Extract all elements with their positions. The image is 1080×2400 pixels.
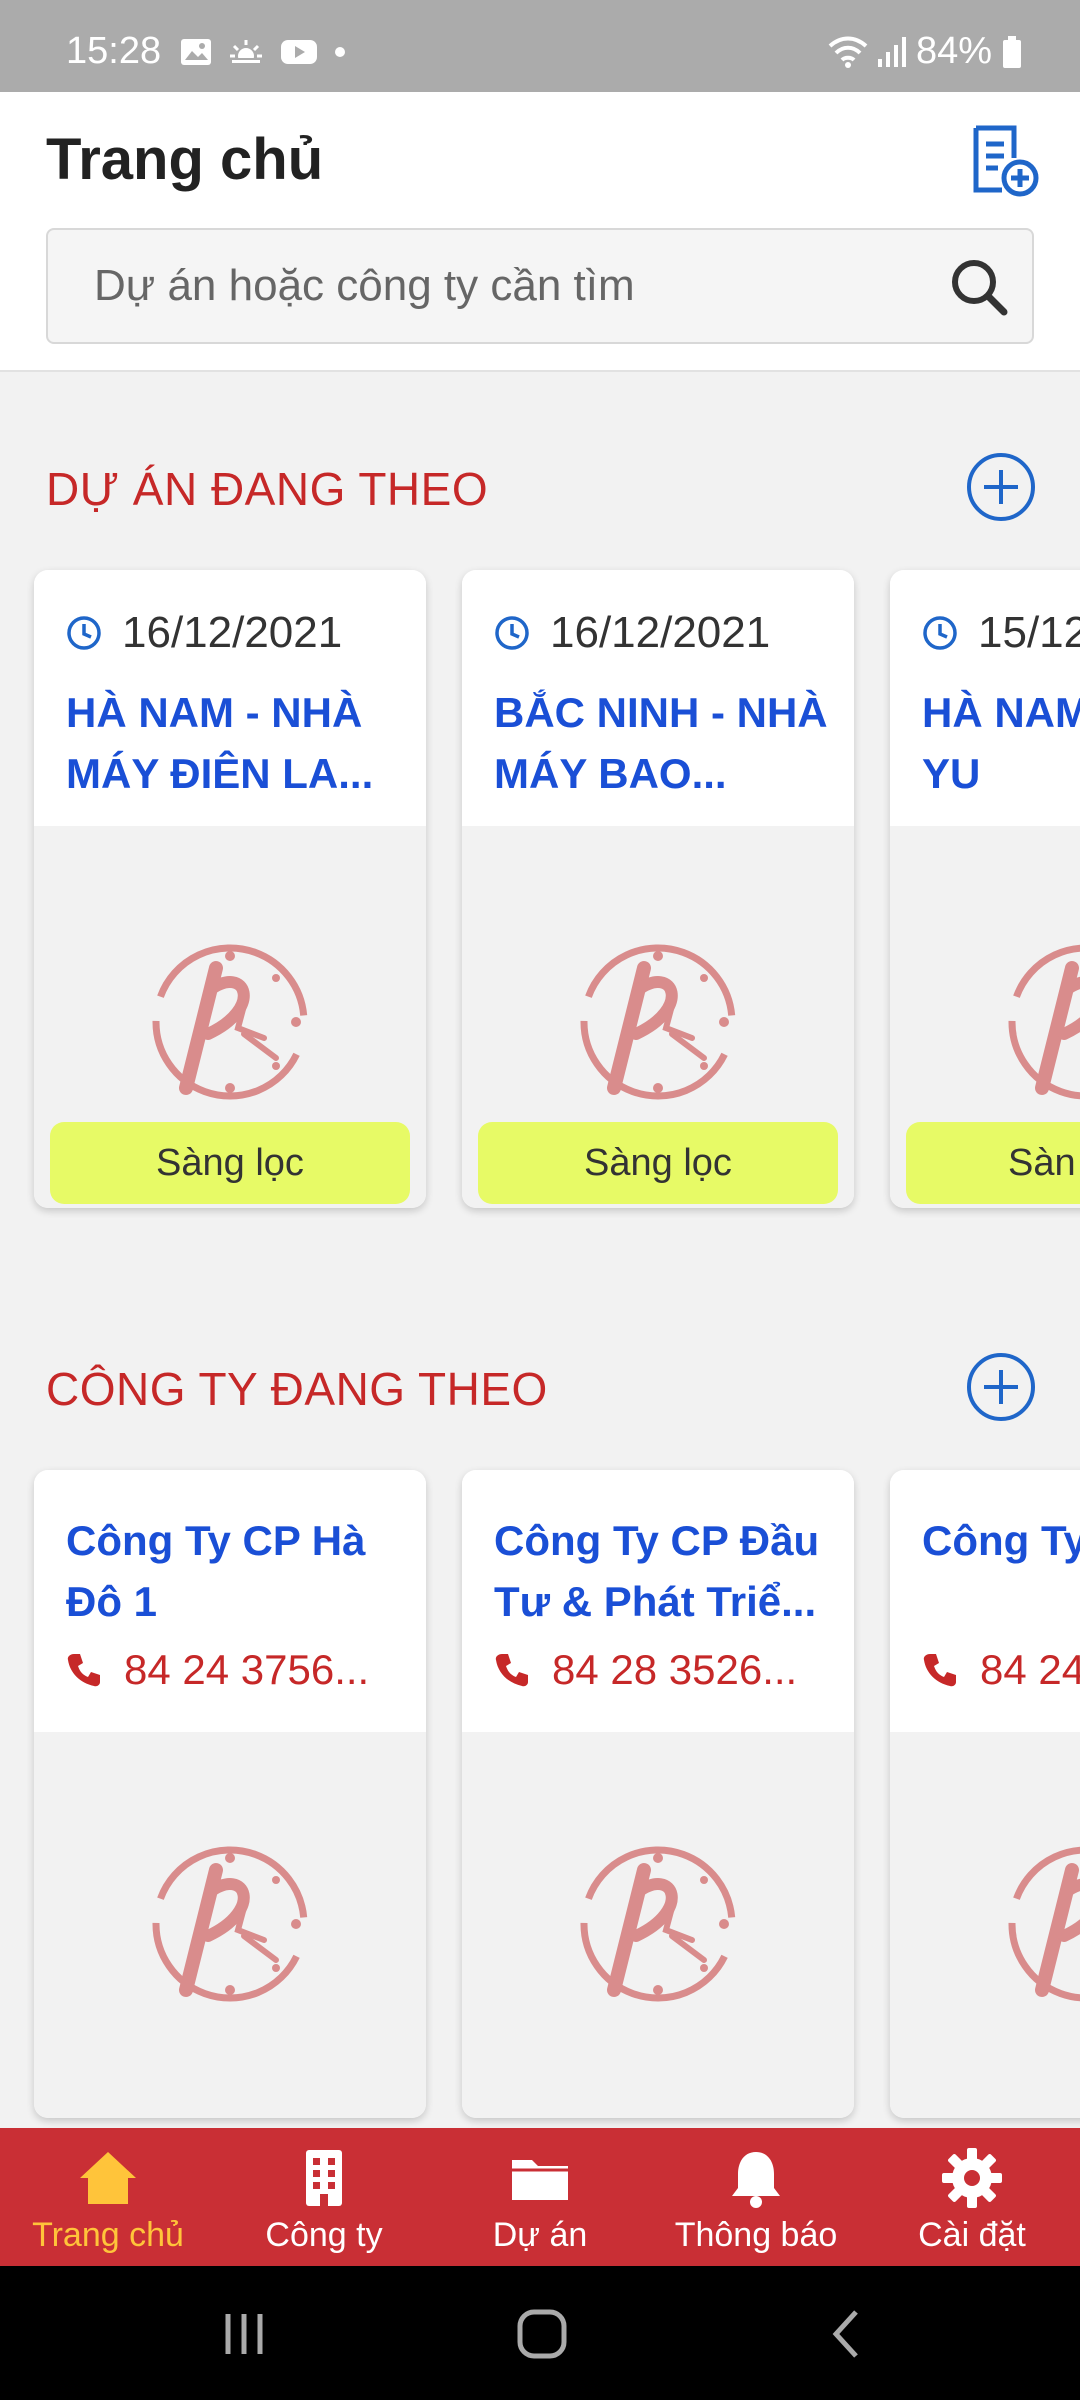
project-date: 16/12/2021: [122, 608, 343, 657]
clock-icon: [495, 616, 529, 650]
company-image: [462, 1732, 854, 2118]
search-box[interactable]: [46, 228, 1034, 344]
folder-icon: [512, 2160, 568, 2200]
screening-button[interactable]: Sàng lọc: [478, 1122, 838, 1204]
project-name[interactable]: BẮC NINH - NHÀ MÁY BAO...: [494, 682, 834, 804]
project-date: 15/12: [978, 608, 1080, 657]
company-name[interactable]: Công Ty Vấn & Đ: [922, 1510, 1080, 1571]
building-icon: [306, 2150, 342, 2206]
bell-icon: [732, 2152, 780, 2208]
notification-icons: [180, 38, 346, 66]
nav-settings-label: Cài đặt: [918, 2216, 1026, 2254]
company-card[interactable]: Công Ty CP Đầu Tư & Phát Triể... 84 28 3…: [462, 1470, 854, 2118]
placeholder-logo: [146, 938, 314, 1106]
battery-percent: 84%: [915, 30, 992, 72]
youtube-icon: [281, 40, 317, 64]
project-name[interactable]: HÀ NAM - NHÀ MÁY ĐIÊN LA...: [66, 682, 406, 804]
nav-company-label: Công ty: [265, 2216, 383, 2254]
company-card[interactable]: Công Ty Vấn & Đ 84 24: [890, 1470, 1080, 2118]
weather-icon: [230, 40, 262, 66]
status-time: 15:28: [66, 30, 162, 72]
page-title: Trang chủ: [46, 127, 324, 192]
nav-projects[interactable]: Dự án: [432, 2128, 648, 2266]
phone-icon: [67, 1654, 100, 1687]
company-name[interactable]: Công Ty CP Hà Đô 1: [66, 1510, 406, 1632]
company-phone[interactable]: 84 24 3756...: [66, 1646, 416, 1694]
search-input[interactable]: [48, 230, 928, 342]
placeholder-logo: [574, 1840, 742, 2008]
nav-home[interactable]: Trang chủ: [0, 2128, 216, 2266]
search-icon[interactable]: [948, 256, 1010, 318]
recent-apps-icon[interactable]: [214, 2304, 274, 2364]
project-card[interactable]: 16/12/2021 HÀ NAM - NHÀ MÁY ĐIÊN LA... S…: [34, 570, 426, 1208]
screening-button[interactable]: Sàng lọc: [50, 1122, 410, 1204]
home-button-icon[interactable]: [512, 2304, 572, 2364]
battery-icon: [1003, 35, 1021, 68]
gear-icon: [942, 2148, 1002, 2208]
dot-icon: [335, 47, 345, 57]
nav-notifications[interactable]: Thông báo: [648, 2128, 864, 2266]
placeholder-logo: [1002, 1840, 1080, 2008]
home-icon: [80, 2152, 136, 2204]
company-phone-text: 84 24: [980, 1646, 1080, 1693]
nav-company[interactable]: Công ty: [216, 2128, 432, 2266]
bottom-nav: Trang chủ Công ty Dự án Thông báo Cài đặ…: [0, 2128, 1080, 2266]
phone-icon: [495, 1654, 528, 1687]
add-note-icon[interactable]: [968, 124, 1042, 198]
company-phone-text: 84 28 3526...: [552, 1646, 798, 1693]
companies-section-title: CÔNG TY ĐANG THEO: [46, 1363, 548, 1415]
image-icon: [181, 39, 211, 65]
clock-icon: [67, 616, 101, 650]
company-image: [890, 1732, 1080, 2118]
placeholder-logo: [1002, 938, 1080, 1106]
project-date: 16/12/2021: [550, 608, 771, 657]
add-company-button[interactable]: [966, 1352, 1036, 1422]
status-bar: 15:28 84%: [0, 0, 1080, 92]
project-name[interactable]: HÀ NAM MÁY YU: [922, 682, 1080, 804]
signal-icon: [877, 36, 906, 67]
company-card[interactable]: Công Ty CP Hà Đô 1 84 24 3756...: [34, 1470, 426, 2118]
wifi-icon: [828, 36, 868, 68]
company-phone[interactable]: 84 24: [922, 1646, 1080, 1694]
company-phone-text: 84 24 3756...: [124, 1646, 370, 1693]
company-phone[interactable]: 84 28 3526...: [494, 1646, 844, 1694]
project-card[interactable]: 15/12 HÀ NAM MÁY YU Sàn: [890, 570, 1080, 1208]
placeholder-logo: [146, 1840, 314, 2008]
placeholder-logo: [574, 938, 742, 1106]
project-card[interactable]: 16/12/2021 BẮC NINH - NHÀ MÁY BAO... Sàn…: [462, 570, 854, 1208]
screening-button[interactable]: Sàn: [906, 1122, 1080, 1204]
phone-icon: [923, 1654, 956, 1687]
add-project-button[interactable]: [966, 452, 1036, 522]
nav-projects-label: Dự án: [492, 2216, 588, 2254]
companies-carousel[interactable]: Công Ty CP Hà Đô 1 84 24 3756... Công Ty…: [0, 1460, 1080, 2128]
nav-settings[interactable]: Cài đặt: [864, 2128, 1080, 2266]
company-image: [34, 1732, 426, 2118]
nav-home-label: Trang chủ: [32, 2216, 184, 2254]
nav-notifications-label: Thông báo: [674, 2216, 838, 2254]
projects-carousel[interactable]: 16/12/2021 HÀ NAM - NHÀ MÁY ĐIÊN LA... S…: [0, 560, 1080, 1220]
clock-icon: [923, 616, 957, 650]
projects-section-title: DỰ ÁN ĐANG THEO: [46, 463, 489, 515]
app-header: Trang chủ: [0, 92, 1080, 372]
system-nav-bar: [0, 2266, 1080, 2400]
back-icon[interactable]: [818, 2304, 878, 2364]
company-name[interactable]: Công Ty CP Đầu Tư & Phát Triể...: [494, 1510, 834, 1632]
